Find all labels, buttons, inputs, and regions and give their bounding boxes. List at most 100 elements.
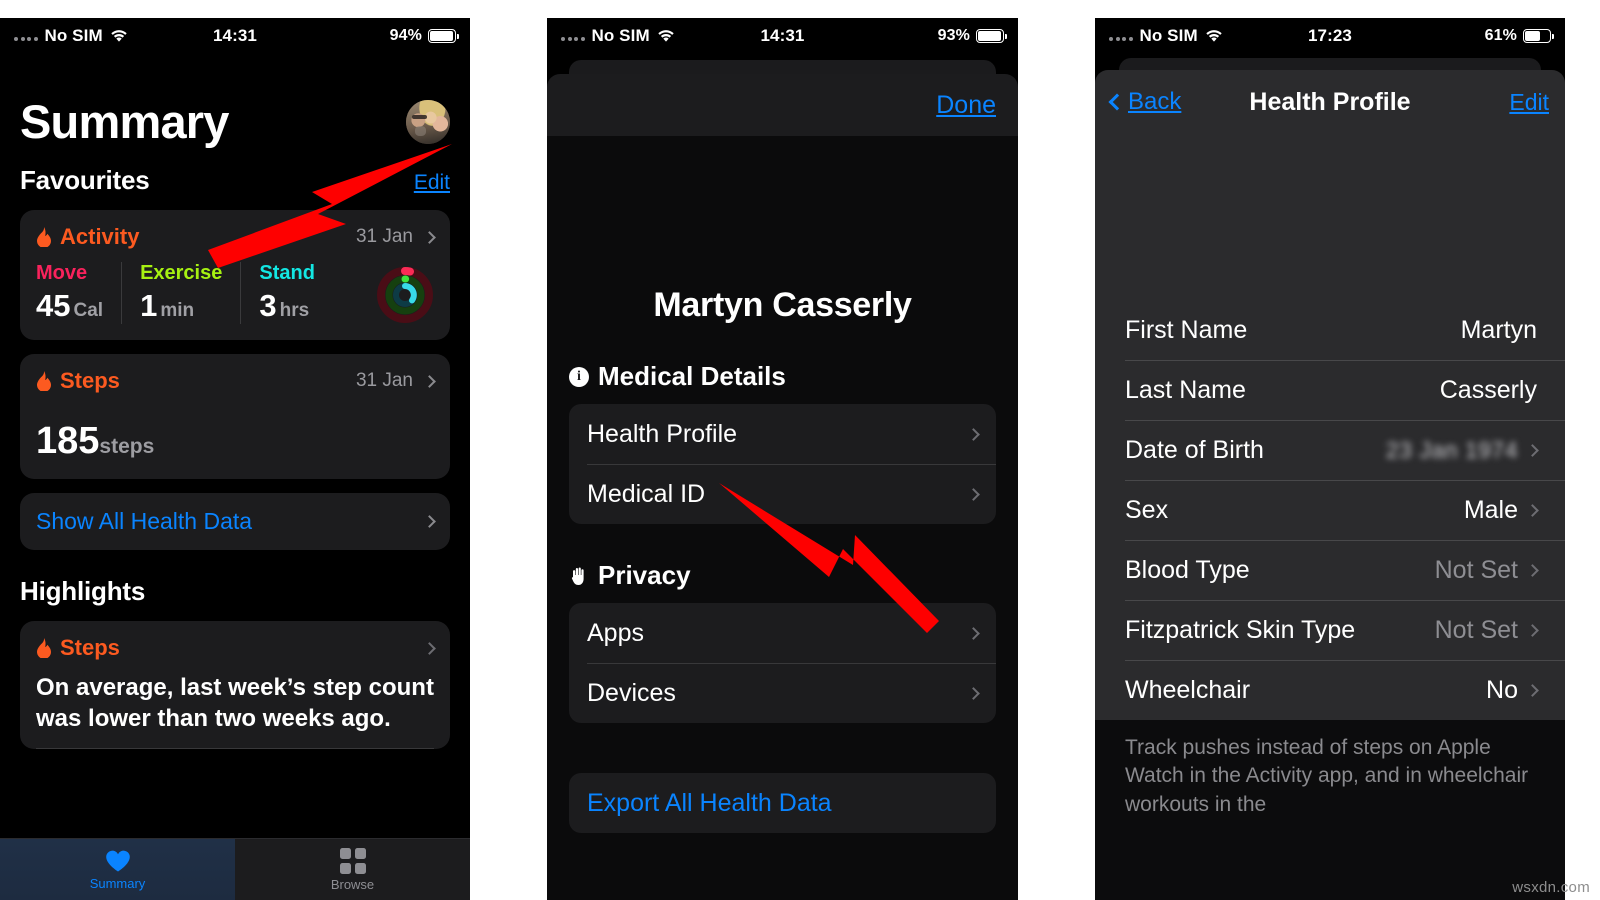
activity-card-date: 31 Jan bbox=[355, 226, 413, 247]
wifi-icon bbox=[1205, 29, 1223, 43]
chevron-left-icon bbox=[1108, 93, 1126, 111]
favourites-heading: Favourites bbox=[20, 165, 150, 195]
flame-icon bbox=[36, 227, 52, 248]
steps-card[interactable]: Steps 31 Jan 185steps bbox=[20, 354, 450, 479]
carrier-label: No SIM bbox=[1139, 26, 1198, 45]
row-blood-type[interactable]: Blood Type Not Set bbox=[1095, 540, 1565, 600]
chevron-right-icon bbox=[1526, 563, 1539, 577]
row-label: Wheelchair bbox=[1125, 675, 1251, 704]
row-medical-id[interactable]: Medical ID bbox=[569, 464, 996, 524]
group-export: Export All Health Data bbox=[569, 773, 996, 833]
carrier-label: No SIM bbox=[591, 26, 650, 45]
sheet-toolbar: Done bbox=[547, 74, 1018, 136]
battery-icon bbox=[428, 29, 459, 43]
watermark: wsxdn.com bbox=[1512, 879, 1590, 896]
row-wheelchair[interactable]: Wheelchair No bbox=[1095, 660, 1565, 720]
row-first-name[interactable]: First Name Martyn bbox=[1095, 300, 1565, 360]
chevron-right-icon bbox=[967, 626, 980, 640]
battery-icon bbox=[1523, 29, 1554, 43]
row-label: Date of Birth bbox=[1125, 435, 1264, 464]
profile-hero bbox=[1095, 134, 1565, 300]
metric-value: 1 bbox=[140, 288, 158, 323]
steps-unit: steps bbox=[99, 435, 155, 458]
info-icon: i bbox=[569, 366, 589, 387]
flame-icon bbox=[36, 638, 52, 659]
metric-unit: min bbox=[160, 300, 195, 321]
divider bbox=[36, 748, 434, 750]
row-sex[interactable]: Sex Male bbox=[1095, 480, 1565, 540]
chevron-right-icon bbox=[423, 641, 436, 655]
wheelchair-footer-text: Track pushes instead of steps on Apple W… bbox=[1095, 720, 1565, 820]
back-button[interactable]: Back bbox=[1108, 88, 1181, 116]
group-privacy: Apps Devices bbox=[569, 603, 996, 723]
summary-header: Summary bbox=[20, 54, 450, 149]
activity-metrics: Move 45 Cal Exercise 1 min Stand 3 hrs bbox=[36, 262, 434, 324]
status-bar: No SIM 14:31 93% bbox=[547, 18, 1018, 54]
highlights-header: Highlights bbox=[20, 576, 450, 607]
row-export-all-health-data[interactable]: Export All Health Data bbox=[569, 773, 996, 833]
battery-percent: 61% bbox=[1484, 27, 1517, 44]
row-fitzpatrick-skin-type[interactable]: Fitzpatrick Skin Type Not Set bbox=[1095, 600, 1565, 660]
metric-label: Exercise bbox=[140, 262, 223, 284]
chevron-right-icon bbox=[423, 374, 436, 388]
row-last-name[interactable]: Last Name Casserly bbox=[1095, 360, 1565, 420]
heart-icon bbox=[105, 849, 131, 873]
chevron-right-icon bbox=[1526, 623, 1539, 637]
signal-dots-icon bbox=[14, 32, 38, 41]
row-apps[interactable]: Apps bbox=[569, 603, 996, 663]
chevron-right-icon bbox=[967, 487, 980, 501]
highlight-card-steps[interactable]: Steps On average, last week’s step count… bbox=[20, 621, 450, 750]
chevron-right-icon bbox=[1526, 503, 1539, 517]
row-value: Male bbox=[1463, 495, 1518, 524]
row-value: No bbox=[1486, 675, 1518, 704]
activity-card-title: Activity bbox=[60, 224, 140, 249]
profile-avatar[interactable] bbox=[1274, 156, 1386, 268]
profile-sheet: Done Martyn Casserly i Medical Details H bbox=[547, 74, 1018, 900]
page-title: Summary bbox=[20, 95, 229, 148]
wifi-icon bbox=[110, 29, 128, 43]
chevron-right-icon bbox=[423, 515, 436, 528]
row-value: Not Set bbox=[1434, 555, 1518, 584]
highlight-card-text: On average, last week’s step count was l… bbox=[36, 674, 434, 732]
tab-bar: Summary Browse bbox=[0, 838, 470, 900]
activity-metric-exercise: Exercise 1 min bbox=[121, 262, 240, 324]
phone-screenshot-summary: No SIM 14:31 94% Summary Favourites Edit bbox=[0, 18, 470, 900]
row-health-profile[interactable]: Health Profile bbox=[569, 404, 996, 464]
sheet-content: Martyn Casserly i Medical Details Health… bbox=[547, 136, 1018, 900]
tab-browse-label: Browse bbox=[330, 876, 375, 892]
chevron-right-icon bbox=[423, 230, 436, 244]
tab-summary[interactable]: Summary bbox=[0, 839, 235, 900]
tab-summary-label: Summary bbox=[89, 875, 146, 891]
highlights-heading: Highlights bbox=[20, 576, 146, 606]
metric-label: Move bbox=[36, 262, 88, 284]
row-date-of-birth[interactable]: Date of Birth 23 Jan 1974 bbox=[1095, 420, 1565, 480]
wifi-icon bbox=[657, 29, 675, 43]
row-label: Export All Health Data bbox=[587, 788, 832, 817]
battery-percent: 93% bbox=[937, 27, 970, 44]
group-heading: Medical Details bbox=[598, 361, 786, 391]
activity-metric-move: Move 45 Cal bbox=[36, 262, 121, 324]
highlight-card-title: Steps bbox=[60, 635, 120, 660]
row-label: Fitzpatrick Skin Type bbox=[1125, 615, 1356, 644]
metric-label: Stand bbox=[259, 262, 315, 284]
profile-avatar-button[interactable] bbox=[406, 99, 450, 144]
favourites-edit-button[interactable]: Edit bbox=[414, 171, 450, 195]
metric-value: 45 bbox=[36, 288, 71, 323]
done-button[interactable]: Done bbox=[936, 91, 996, 120]
row-label: First Name bbox=[1125, 315, 1248, 344]
status-bar: No SIM 14:31 94% bbox=[0, 18, 470, 54]
battery-icon bbox=[976, 29, 1007, 43]
phone-screenshot-profile: No SIM 14:31 93% Done Martyn Casserly i … bbox=[547, 18, 1018, 900]
metric-unit: hrs bbox=[279, 300, 310, 321]
steps-card-title: Steps bbox=[60, 368, 120, 393]
phone-screenshot-health-profile: No SIM 17:23 61% Back Health Profile Edi… bbox=[1095, 18, 1565, 900]
show-all-health-data-button[interactable]: Show All Health Data bbox=[20, 493, 450, 550]
row-devices[interactable]: Devices bbox=[569, 663, 996, 723]
activity-card[interactable]: Activity 31 Jan Move 45 Cal Exercise 1 min bbox=[20, 210, 450, 340]
row-label: Blood Type bbox=[1125, 555, 1250, 584]
steps-value: 185 bbox=[36, 420, 100, 462]
edit-button[interactable]: Edit bbox=[1509, 89, 1549, 116]
group-heading: Privacy bbox=[598, 560, 691, 590]
tab-browse[interactable]: Browse bbox=[235, 839, 470, 900]
profile-avatar[interactable] bbox=[729, 162, 837, 270]
